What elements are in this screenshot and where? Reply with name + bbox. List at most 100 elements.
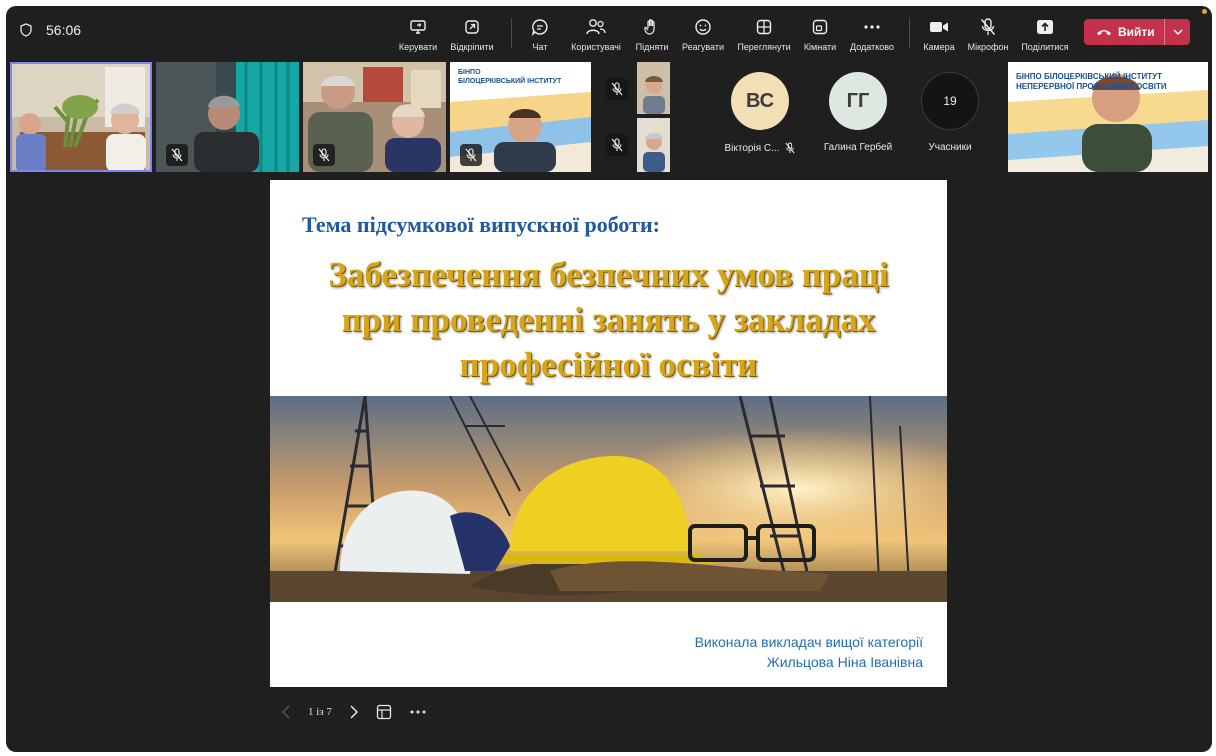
camera-icon (929, 16, 949, 38)
slide-title-line: професійної освіти (459, 345, 758, 384)
manage-button[interactable]: Керувати (396, 16, 440, 56)
participant-name-text: Вікторія С... (724, 142, 780, 154)
rooms-button[interactable]: Кімнати (798, 16, 842, 56)
manage-label: Керувати (398, 42, 438, 52)
microphone-button[interactable]: Мікрофон (962, 16, 1014, 56)
view-label: Переглянути (737, 42, 791, 52)
participant-name-text: Галина Гербей (823, 142, 893, 153)
participant-video-1[interactable] (10, 62, 152, 172)
mic-off-icon (171, 148, 183, 162)
video-frame (637, 118, 670, 172)
safety-gear-photo (270, 396, 947, 602)
participant-video-4[interactable]: БІНПО БІЛОЦЕРКІВСЬКИЙ ІНСТИТУТ (450, 62, 591, 172)
meeting-timer: 56:06 (20, 22, 81, 38)
participant-mini-1[interactable] (597, 62, 637, 114)
shared-slide: Тема підсумкової випускної роботи: Забез… (270, 180, 947, 687)
leave-main[interactable]: Вийти (1084, 25, 1164, 39)
mic-off-icon (611, 82, 623, 96)
participant-name: Вікторія С... (725, 142, 796, 154)
popout-label: Відкріпити (450, 42, 494, 52)
muted-badge (313, 144, 335, 166)
camera-label: Камера (923, 42, 955, 52)
banner-line1: БІЛОЦЕРКІВСЬКИЙ ІНСТИТУТ (1043, 72, 1162, 81)
timer-text: 56:06 (46, 22, 82, 38)
mic-off-icon (785, 142, 796, 154)
view-button[interactable]: Переглянути (732, 16, 796, 56)
share-label: Поділитися (1021, 42, 1069, 52)
participant-name: Галина Гербей (824, 142, 892, 153)
more-dots-icon (864, 16, 880, 38)
participant-mini-video-1[interactable] (637, 62, 670, 114)
meeting-toolbar: 56:06 Керувати Відкріпити Чат Користувач… (6, 6, 1212, 58)
author-line: Виконала викладач вищої категорії (694, 634, 923, 650)
previous-slide-button[interactable] (282, 705, 290, 719)
slide-controls: 1 із 7 (282, 700, 426, 724)
slide-title-line: при проведенні занять у закладах (341, 300, 876, 339)
slide-page-indicator: 1 із 7 (308, 706, 332, 718)
banner-text: БІНПО БІЛОЦЕРКІВСЬКИЙ ІНСТИТУТ (458, 68, 561, 86)
popout-button[interactable]: Відкріпити (446, 16, 498, 56)
share-button[interactable]: Поділитися (1016, 16, 1074, 56)
participant-strip: БІНПО БІЛОЦЕРКІВСЬКИЙ ІНСТИТУТ ВС Віктор… (6, 62, 1212, 174)
raise-hand-label: Підняти (635, 42, 669, 52)
banner-org: БІНПО (1016, 72, 1042, 81)
next-slide-button[interactable] (350, 705, 358, 719)
chevron-left-icon (282, 705, 290, 719)
react-label: Реагувати (681, 42, 725, 52)
rooms-label: Кімнати (803, 42, 837, 52)
slide-author: Виконала викладач вищої категорії Жильцо… (695, 632, 923, 672)
raise-hand-button[interactable]: Підняти (630, 16, 674, 56)
participant-video-3[interactable] (303, 62, 446, 172)
video-frame (10, 62, 152, 172)
people-label: Користувачі (571, 42, 621, 52)
presenter-video[interactable]: БІНПО БІЛОЦЕРКІВСЬКИЙ ІНСТИТУТ НЕПЕРЕРВН… (1008, 62, 1208, 172)
grid-view-icon (756, 16, 772, 38)
mic-off-icon (318, 148, 330, 162)
avatar: ГГ (829, 72, 887, 130)
chat-label: Чат (532, 42, 548, 52)
microphone-label: Мікрофон (967, 42, 1009, 52)
people-button[interactable]: Користувачі (566, 16, 626, 56)
author-name: Жильцова Ніна Іванівна (766, 654, 923, 670)
slide-title-line: Забезпечення безпечних умов праці (328, 255, 889, 294)
participant-mini-2[interactable] (597, 118, 637, 172)
leave-label: Вийти (1118, 25, 1155, 39)
react-button[interactable]: Реагувати (676, 16, 730, 56)
count-circle: 19 (921, 72, 979, 130)
phone-hangup-icon (1096, 25, 1112, 39)
banner-line2: НЕПЕРЕРВНОЇ ПРОФЕСІЙНОЇ ОСВІТИ (1016, 82, 1167, 91)
participant-avatar-gg[interactable]: ГГ Галина Гербей (813, 72, 903, 153)
muted-badge (606, 78, 628, 100)
count-label: Учасники (928, 142, 972, 153)
more-label: Додатково (850, 42, 894, 52)
mic-off-icon (611, 138, 623, 152)
toolbar-divider (511, 18, 512, 48)
share-screen-icon (409, 16, 427, 38)
participant-avatar-vs[interactable]: ВС Вікторія С... (715, 72, 805, 154)
muted-badge (166, 144, 188, 166)
raise-hand-icon (644, 16, 660, 38)
chat-button[interactable]: Чат (526, 16, 554, 56)
chevron-down-icon[interactable] (1165, 29, 1190, 35)
participants-count[interactable]: 19 Учасники (905, 72, 995, 153)
mic-off-icon (980, 16, 996, 38)
slides-grid-icon (376, 704, 392, 720)
people-icon (585, 16, 607, 38)
banner-org: БІНПО (458, 69, 481, 76)
shield-icon (20, 23, 32, 37)
video-frame (637, 62, 670, 114)
camera-button[interactable]: Камера (918, 16, 960, 56)
share-up-icon (1036, 16, 1054, 38)
slide-title: Забезпечення безпечних умов праці при пр… (270, 252, 947, 387)
slide-overview-button[interactable] (376, 704, 392, 720)
chevron-right-icon (350, 705, 358, 719)
participant-video-2[interactable] (156, 62, 299, 172)
more-button[interactable]: Додатково (844, 16, 900, 56)
chat-icon (531, 16, 549, 38)
participant-mini-video-2[interactable] (637, 118, 670, 172)
banner-text: БІНПО БІЛОЦЕРКІВСЬКИЙ ІНСТИТУТ НЕПЕРЕРВН… (1016, 72, 1167, 92)
popout-icon (464, 16, 480, 38)
leave-button[interactable]: Вийти (1084, 19, 1190, 45)
notification-dot (1202, 9, 1207, 14)
slide-more-button[interactable] (410, 710, 426, 714)
